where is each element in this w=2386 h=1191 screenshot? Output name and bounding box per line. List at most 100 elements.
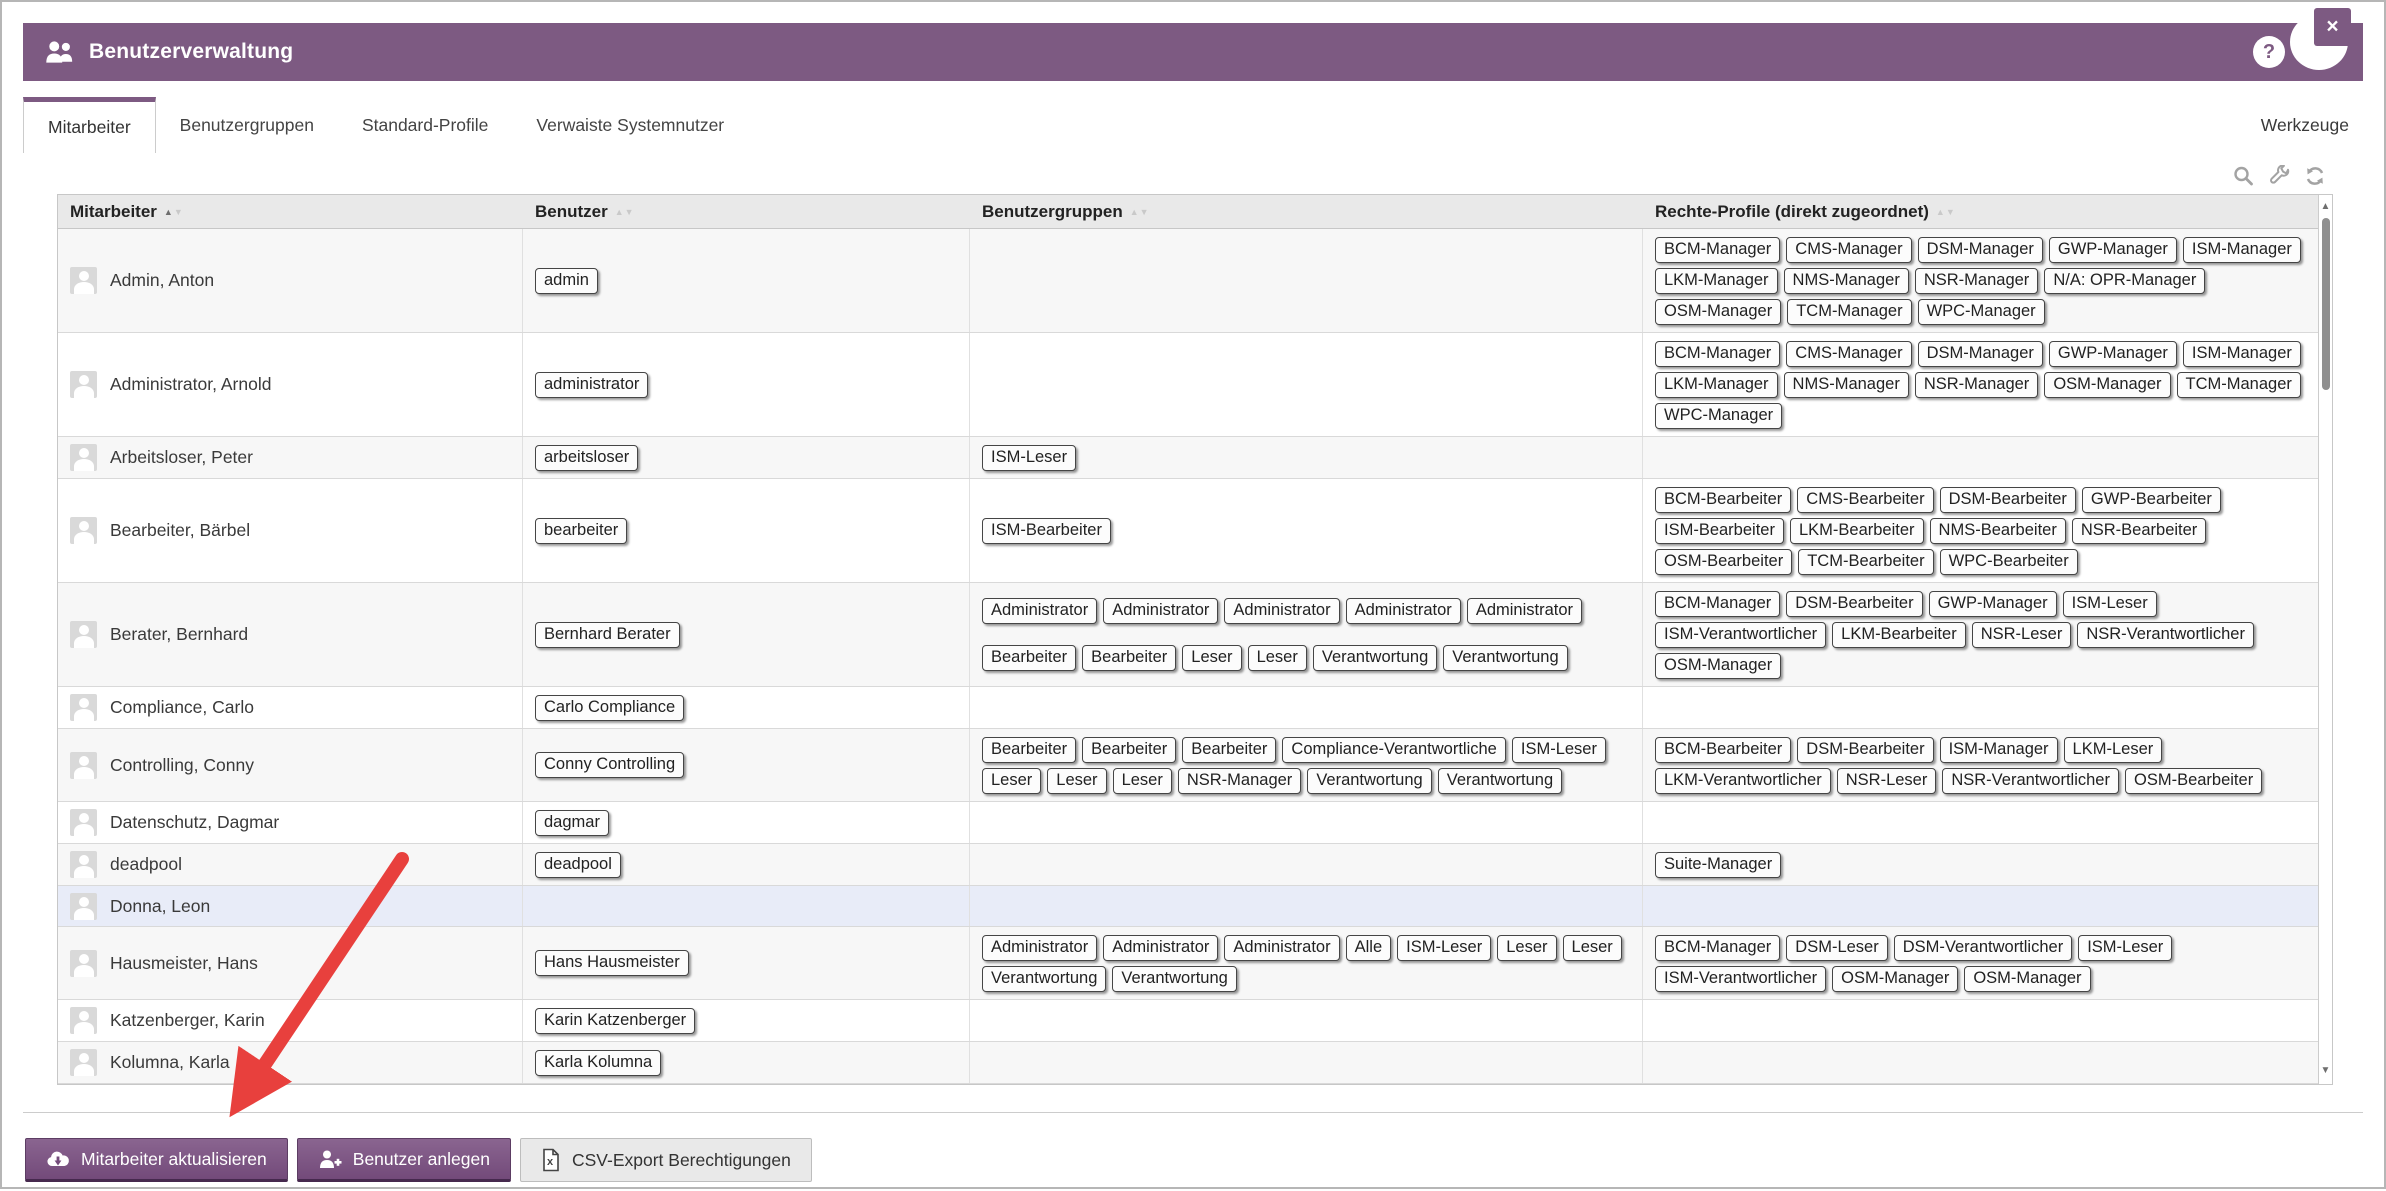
- user-badge[interactable]: Bernhard Berater: [535, 622, 680, 648]
- column-header-3[interactable]: Benutzergruppen▲▼: [970, 195, 1643, 228]
- group-badge[interactable]: Verantwortung: [1112, 966, 1236, 992]
- group-badge[interactable]: Administrator: [1103, 598, 1218, 624]
- profile-badge[interactable]: ISM-Bearbeiter: [1655, 518, 1784, 544]
- profile-badge[interactable]: NMS-Bearbeiter: [1930, 518, 2066, 544]
- group-badge[interactable]: ISM-Leser: [1397, 935, 1491, 961]
- group-badge[interactable]: Administrator: [1224, 935, 1339, 961]
- profile-badge[interactable]: DSM-Leser: [1786, 935, 1887, 961]
- user-badge[interactable]: administrator: [535, 372, 648, 398]
- profile-badge[interactable]: DSM-Bearbeiter: [1797, 737, 1933, 763]
- sort-arrows-icon[interactable]: ▲▼: [615, 207, 635, 217]
- profile-badge[interactable]: GWP-Bearbeiter: [2082, 487, 2221, 513]
- profile-badge[interactable]: GWP-Manager: [1929, 591, 2057, 617]
- profile-badge[interactable]: WPC-Manager: [1655, 403, 1782, 429]
- group-badge[interactable]: Compliance-Verantwortliche: [1282, 737, 1505, 763]
- table-row[interactable]: Bearbeiter, BärbelbearbeiterISM-Bearbeit…: [58, 479, 2320, 583]
- profile-badge[interactable]: OSM-Manager: [1832, 966, 1958, 992]
- user-badge[interactable]: Karla Kolumna: [535, 1050, 661, 1076]
- sort-arrows-icon[interactable]: ▲▼: [164, 207, 184, 217]
- profile-badge[interactable]: BCM-Manager: [1655, 341, 1780, 367]
- group-badge[interactable]: ISM-Leser: [982, 445, 1076, 471]
- update-employees-button[interactable]: Mitarbeiter aktualisieren: [25, 1138, 288, 1182]
- table-row[interactable]: deadpooldeadpoolSuite-Manager: [58, 844, 2320, 886]
- table-row[interactable]: Katzenberger, KarinKarin Katzenberger: [58, 1000, 2320, 1042]
- profile-badge[interactable]: OSM-Bearbeiter: [1655, 549, 1792, 575]
- profile-badge[interactable]: NSR-Verantwortlicher: [2077, 622, 2254, 648]
- group-badge[interactable]: ISM-Bearbeiter: [982, 518, 1111, 544]
- profile-badge[interactable]: OSM-Manager: [2044, 372, 2170, 398]
- table-row[interactable]: Kredit, KarinKarin KreditAlleBearbeiterI…: [58, 1084, 2320, 1085]
- profile-badge[interactable]: ISM-Leser: [2063, 591, 2157, 617]
- profile-badge[interactable]: CMS-Manager: [1786, 341, 1911, 367]
- profile-badge[interactable]: TCM-Manager: [2177, 372, 2301, 398]
- profile-badge[interactable]: N/A: OPR-Manager: [2044, 268, 2205, 294]
- profile-badge[interactable]: OSM-Manager: [1655, 653, 1781, 679]
- table-row[interactable]: Donna, Leon: [58, 886, 2320, 927]
- tab-standard-profile[interactable]: Standard-Profile: [338, 97, 512, 153]
- profile-badge[interactable]: Suite-Manager: [1655, 852, 1781, 878]
- group-badge[interactable]: Leser: [1182, 645, 1241, 671]
- group-badge[interactable]: Administrator: [1346, 598, 1461, 624]
- profile-badge[interactable]: BCM-Manager: [1655, 935, 1780, 961]
- profile-badge[interactable]: GWP-Manager: [2049, 341, 2177, 367]
- profile-badge[interactable]: NSR-Manager: [1915, 372, 2038, 398]
- group-badge[interactable]: Administrator: [1224, 598, 1339, 624]
- group-badge[interactable]: Verantwortung: [1307, 768, 1431, 794]
- profile-badge[interactable]: ISM-Manager: [1940, 737, 2058, 763]
- user-badge[interactable]: arbeitsloser: [535, 445, 638, 471]
- profile-badge[interactable]: BCM-Bearbeiter: [1655, 487, 1791, 513]
- table-row[interactable]: Arbeitsloser, PeterarbeitsloserISM-Leser: [58, 437, 2320, 479]
- column-header-1[interactable]: Mitarbeiter▲▼: [58, 195, 523, 228]
- tab-benutzergruppen[interactable]: Benutzergruppen: [156, 97, 338, 153]
- profile-badge[interactable]: DSM-Manager: [1918, 341, 2043, 367]
- column-header-2[interactable]: Benutzer▲▼: [523, 195, 970, 228]
- user-badge[interactable]: deadpool: [535, 852, 621, 878]
- profile-badge[interactable]: NSR-Verantwortlicher: [1942, 768, 2119, 794]
- user-badge[interactable]: dagmar: [535, 810, 609, 836]
- user-badge[interactable]: admin: [535, 268, 598, 294]
- group-badge[interactable]: Leser: [982, 768, 1041, 794]
- user-badge[interactable]: Carlo Compliance: [535, 695, 684, 721]
- profile-badge[interactable]: TCM-Manager: [1787, 299, 1911, 325]
- tools-link[interactable]: Werkzeuge: [2261, 97, 2349, 153]
- profile-badge[interactable]: TCM-Bearbeiter: [1798, 549, 1933, 575]
- group-badge[interactable]: Bearbeiter: [1082, 645, 1176, 671]
- scroll-down-icon[interactable]: ▼: [2319, 1065, 2332, 1076]
- group-badge[interactable]: Bearbeiter: [1182, 737, 1276, 763]
- group-badge[interactable]: Verantwortung: [1313, 645, 1437, 671]
- group-badge[interactable]: Administrator: [982, 935, 1097, 961]
- group-badge[interactable]: Leser: [1248, 645, 1307, 671]
- table-row[interactable]: Hausmeister, HansHans HausmeisterAdminis…: [58, 927, 2320, 1000]
- wrench-icon[interactable]: [2268, 165, 2290, 187]
- group-badge[interactable]: Bearbeiter: [982, 737, 1076, 763]
- profile-badge[interactable]: DSM-Bearbeiter: [1786, 591, 1922, 617]
- scroll-up-icon[interactable]: ▲: [2319, 201, 2332, 212]
- refresh-icon[interactable]: [2304, 165, 2326, 187]
- csv-export-button[interactable]: x CSV-Export Berechtigungen: [520, 1138, 812, 1182]
- profile-badge[interactable]: DSM-Manager: [1918, 237, 2043, 263]
- profile-badge[interactable]: LKM-Bearbeiter: [1790, 518, 1924, 544]
- group-badge[interactable]: Leser: [1497, 935, 1556, 961]
- group-badge[interactable]: Alle: [1346, 935, 1392, 961]
- profile-badge[interactable]: BCM-Manager: [1655, 591, 1780, 617]
- user-badge[interactable]: Hans Hausmeister: [535, 950, 689, 976]
- group-badge[interactable]: Bearbeiter: [982, 645, 1076, 671]
- create-user-button[interactable]: Benutzer anlegen: [297, 1138, 511, 1182]
- table-row[interactable]: Controlling, ConnyConny ControllingBearb…: [58, 729, 2320, 802]
- profile-badge[interactable]: GWP-Manager: [2049, 237, 2177, 263]
- profile-badge[interactable]: NSR-Bearbeiter: [2072, 518, 2206, 544]
- table-row[interactable]: Kolumna, KarlaKarla Kolumna: [58, 1042, 2320, 1084]
- help-button[interactable]: ?: [2253, 36, 2285, 68]
- profile-badge[interactable]: WPC-Bearbeiter: [1940, 549, 2078, 575]
- table-row[interactable]: Compliance, CarloCarlo Compliance: [58, 687, 2320, 729]
- scrollbar-thumb[interactable]: [2322, 218, 2330, 390]
- tab-verwaiste-systemnutzer[interactable]: Verwaiste Systemnutzer: [512, 97, 748, 153]
- profile-badge[interactable]: CMS-Bearbeiter: [1797, 487, 1933, 513]
- profile-badge[interactable]: ISM-Leser: [2078, 935, 2172, 961]
- group-badge[interactable]: NSR-Manager: [1178, 768, 1301, 794]
- profile-badge[interactable]: OSM-Manager: [1964, 966, 2090, 992]
- profile-badge[interactable]: ISM-Verantwortlicher: [1655, 622, 1826, 648]
- user-badge[interactable]: Conny Controlling: [535, 752, 684, 778]
- group-badge[interactable]: Administrator: [1467, 598, 1582, 624]
- profile-badge[interactable]: NSR-Leser: [1837, 768, 1937, 794]
